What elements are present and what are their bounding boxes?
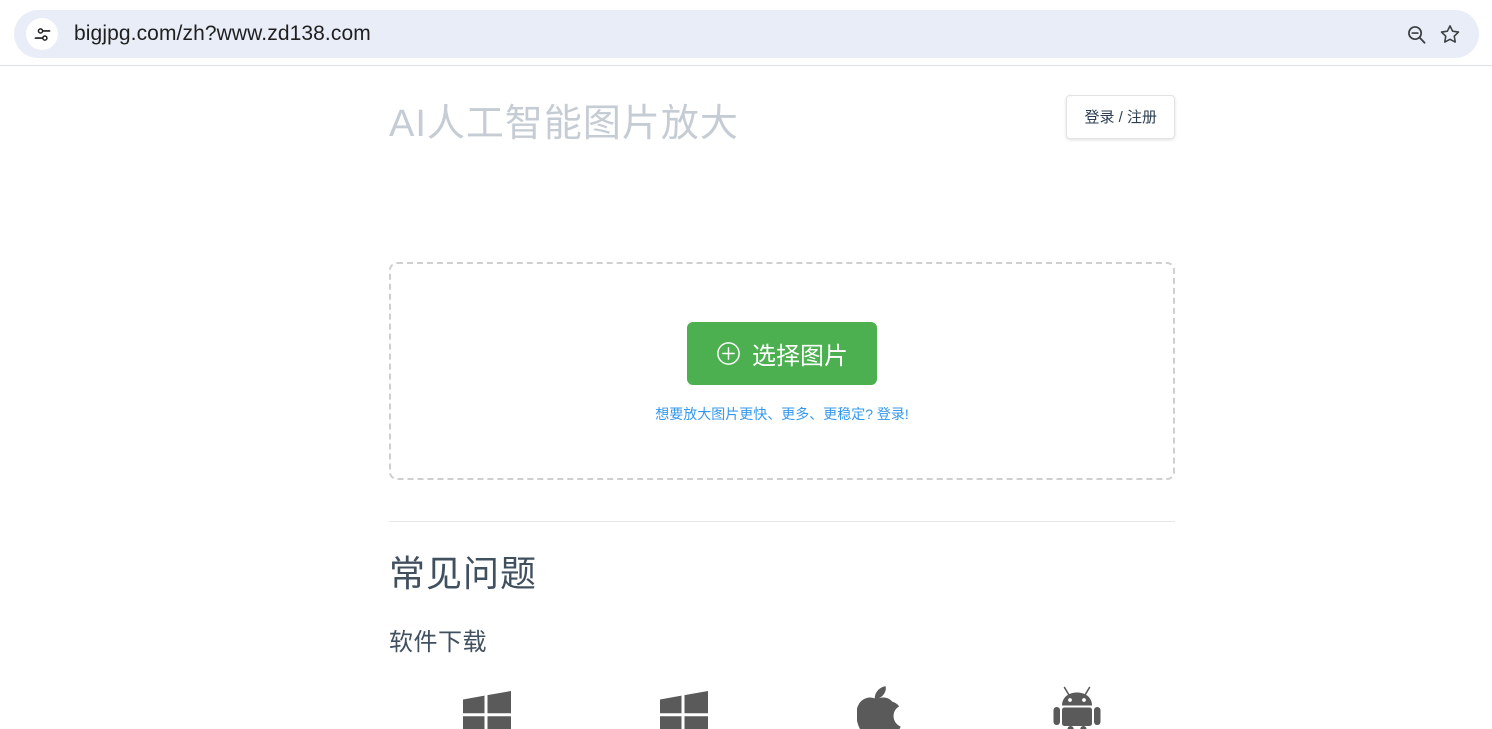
download-column-windows-32: Windows 32-bit: [586, 679, 783, 729]
zoom-out-magnifier-icon: [1407, 25, 1425, 44]
windows-logo-icon: [463, 691, 512, 729]
windows-logo-icon: [659, 691, 708, 729]
bookmark-button[interactable]: [1439, 14, 1479, 54]
image-dropzone[interactable]: 选择图片 想要放大图片更快、更多、更稳定? 登录!: [389, 262, 1175, 480]
windows-icon-wrap: [658, 679, 710, 729]
page-body: AI人工智能图片放大 登录 / 注册 选择图片 想要放大图片更快、更多、更稳定?…: [0, 66, 1492, 729]
content-container: AI人工智能图片放大 登录 / 注册 选择图片 想要放大图片更快、更多、更稳定?…: [389, 66, 1175, 729]
select-image-button-label: 选择图片: [752, 343, 848, 370]
login-hint-link[interactable]: 想要放大图片更快、更多、更稳定? 登录!: [655, 404, 909, 424]
software-download-grid: Windows 64-bit Windows 32-bit: [389, 679, 1175, 729]
windows-icon-wrap: [461, 679, 513, 729]
software-download-heading: 软件下载: [389, 629, 487, 656]
page-header: AI人工智能图片放大 登录 / 注册: [389, 66, 1175, 184]
android-icon-wrap: [1050, 679, 1104, 729]
apple-logo-icon: [857, 686, 901, 729]
url-text[interactable]: bigjpg.com/zh?www.zd138.com: [74, 22, 1399, 46]
browser-toolbar: bigjpg.com/zh?www.zd138.com: [0, 0, 1492, 66]
section-divider: [389, 521, 1175, 522]
zoom-out-button[interactable]: [1399, 14, 1439, 54]
select-image-button[interactable]: 选择图片: [687, 322, 877, 385]
plus-circle-icon: [717, 342, 740, 365]
faq-heading: 常见问题: [389, 553, 538, 594]
tune-sliders-icon: [34, 27, 50, 41]
download-column-windows-64: Windows 64-bit: [389, 679, 586, 729]
bookmark-star-icon: [1440, 24, 1460, 43]
download-column-android: Android App Google Play: [979, 679, 1176, 729]
android-robot-icon: [1053, 686, 1101, 729]
site-settings-button[interactable]: [26, 18, 58, 50]
page-title: AI人工智能图片放大: [389, 103, 739, 145]
login-register-button[interactable]: 登录 / 注册: [1066, 95, 1175, 139]
download-column-apple: Mac App iOS App: [782, 679, 979, 729]
address-bar[interactable]: bigjpg.com/zh?www.zd138.com: [14, 10, 1479, 58]
apple-icon-wrap: [857, 679, 903, 729]
